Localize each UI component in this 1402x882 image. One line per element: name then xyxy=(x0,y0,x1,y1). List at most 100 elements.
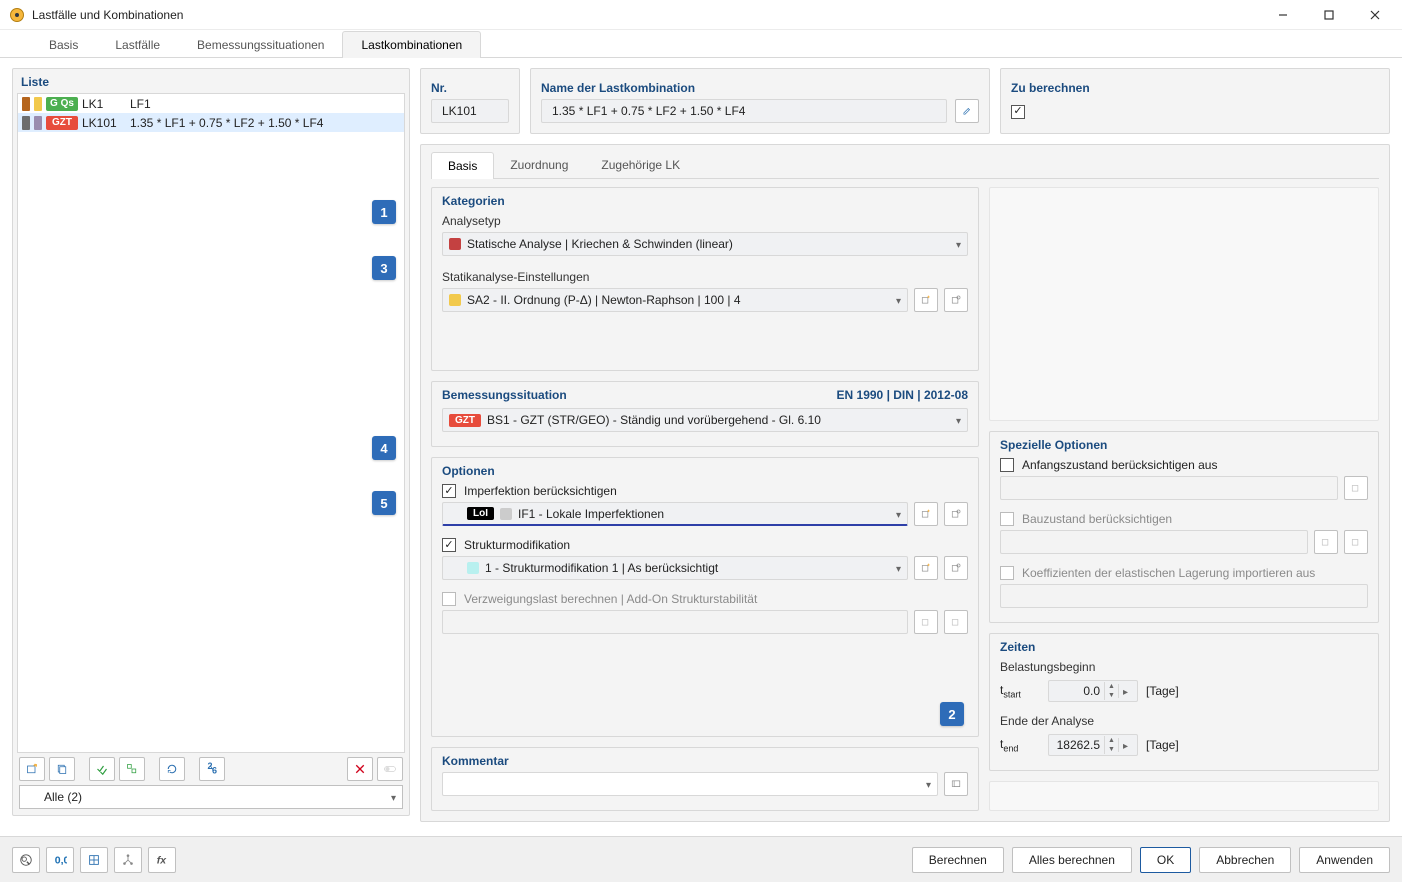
badge-gzt: GZT xyxy=(449,414,481,427)
chevron-down-icon xyxy=(896,561,901,575)
check-all-button[interactable] xyxy=(89,757,115,781)
struktur-label: Strukturmodifikation xyxy=(464,538,570,552)
badge-gzt: GZT xyxy=(46,116,78,130)
subtab-basis[interactable]: Basis xyxy=(431,152,494,179)
bemessung-group: Bemessungssituation EN 1990 | DIN | 2012… xyxy=(431,381,979,447)
play-icon[interactable] xyxy=(1118,738,1132,752)
chevron-down-icon xyxy=(956,413,961,427)
bau-new-button xyxy=(1314,530,1338,554)
imperf-new-button[interactable] xyxy=(914,502,938,526)
calc-checkbox[interactable] xyxy=(1011,105,1025,119)
bemessung-heading: Bemessungssituation xyxy=(442,388,567,402)
abbrechen-button[interactable]: Abbrechen xyxy=(1199,847,1291,873)
color-swatch xyxy=(34,116,42,130)
maximize-button[interactable] xyxy=(1306,0,1352,30)
tab-bemessungssituationen[interactable]: Bemessungssituationen xyxy=(178,31,343,58)
bau-checkbox xyxy=(1000,512,1014,526)
edit-name-button[interactable] xyxy=(955,99,979,123)
struktur-value: 1 - Strukturmodifikation 1 | As berücksi… xyxy=(485,561,718,575)
renumber-button[interactable]: 26 xyxy=(199,757,225,781)
calc-box: Zu berechnen xyxy=(1000,68,1390,134)
tab-lastkombinationen[interactable]: Lastkombinationen xyxy=(342,31,481,58)
list-panel: Liste G Qs LK1 LF1 GZT LK101 1.35 * LF1 … xyxy=(12,68,410,816)
struktur-select[interactable]: 1 - Strukturmodifikation 1 | As berücksi… xyxy=(442,556,908,580)
refresh-button[interactable] xyxy=(159,757,185,781)
filter-select[interactable]: Alle (2) xyxy=(19,785,403,809)
kommentar-input[interactable] xyxy=(442,772,938,796)
verzweig-checkbox xyxy=(442,592,456,606)
list-heading: Liste xyxy=(13,69,409,93)
analysetyp-select[interactable]: Statische Analyse | Kriechen & Schwinden… xyxy=(442,232,968,256)
kategorien-heading: Kategorien xyxy=(442,194,968,208)
tab-basis[interactable]: Basis xyxy=(30,31,97,58)
kommentar-button[interactable] xyxy=(944,772,968,796)
sub-tab-bar: Basis Zuordnung Zugehörige LK xyxy=(431,151,1379,179)
anfang-label: Anfangszustand berücksichtigen aus xyxy=(1022,458,1217,472)
anwenden-button[interactable]: Anwenden xyxy=(1299,847,1390,873)
statik-new-button[interactable] xyxy=(914,288,938,312)
structure-button[interactable] xyxy=(80,847,108,873)
anfang-edit-button xyxy=(1344,476,1368,500)
struktur-checkbox[interactable] xyxy=(442,538,456,552)
delete-button[interactable] xyxy=(347,757,373,781)
play-icon[interactable] xyxy=(1118,684,1132,698)
koeff-select xyxy=(1000,584,1368,608)
anfang-checkbox[interactable] xyxy=(1000,458,1014,472)
name-input[interactable] xyxy=(541,99,947,123)
tend-symbol: tend xyxy=(1000,737,1040,753)
statik-select[interactable]: SA2 - II. Ordnung (P-Δ) | Newton-Raphson… xyxy=(442,288,908,312)
kommentar-group: Kommentar xyxy=(431,747,979,811)
list-item-id: LK101 xyxy=(82,116,126,130)
imperfektion-select[interactable]: LoI IF1 - Lokale Imperfektionen xyxy=(442,502,908,526)
spezielle-heading: Spezielle Optionen xyxy=(1000,438,1368,452)
window-title: Lastfälle und Kombinationen xyxy=(32,8,183,22)
subtab-zuordnung[interactable]: Zuordnung xyxy=(493,151,585,178)
verzweig-new-button xyxy=(914,610,938,634)
units-button[interactable]: 0,00 xyxy=(46,847,74,873)
uncheck-all-button[interactable] xyxy=(119,757,145,781)
alles-berechnen-button[interactable]: Alles berechnen xyxy=(1012,847,1132,873)
copy-item-button[interactable] xyxy=(49,757,75,781)
chip-icon xyxy=(500,508,512,520)
imperfektion-checkbox[interactable] xyxy=(442,484,456,498)
tstart-input[interactable]: ▲▼ xyxy=(1048,680,1138,702)
dialog-footer: 0,00 fx Berechnen Alles berechnen OK Abb… xyxy=(0,836,1402,882)
struktur-new-button[interactable] xyxy=(914,556,938,580)
chevron-down-icon xyxy=(926,777,931,791)
close-button[interactable] xyxy=(1352,0,1398,30)
minimize-button[interactable] xyxy=(1260,0,1306,30)
color-swatch xyxy=(22,97,30,111)
badge-gqs: G Qs xyxy=(46,97,78,111)
ok-button[interactable]: OK xyxy=(1140,847,1191,873)
subtab-zugehoerige[interactable]: Zugehörige LK xyxy=(584,151,697,178)
function-button[interactable]: fx xyxy=(148,847,176,873)
tend-input[interactable]: ▲▼ xyxy=(1048,734,1138,756)
struktur-edit-button[interactable] xyxy=(944,556,968,580)
toggle-button[interactable] xyxy=(377,757,403,781)
bemessung-select[interactable]: GZT BS1 - GZT (STR/GEO) - Ständig und vo… xyxy=(442,408,968,432)
chip-icon xyxy=(449,238,461,250)
main-tab-bar: Basis Lastfälle Bemessungssituationen La… xyxy=(0,30,1402,58)
name-label: Name der Lastkombination xyxy=(541,75,979,99)
list-row-lk101[interactable]: GZT LK101 1.35 * LF1 + 0.75 * LF2 + 1.50… xyxy=(18,113,404,132)
list-body[interactable]: G Qs LK1 LF1 GZT LK101 1.35 * LF1 + 0.75… xyxy=(17,93,405,753)
svg-text:0,00: 0,00 xyxy=(55,854,67,866)
statik-edit-button[interactable] xyxy=(944,288,968,312)
imperf-edit-button[interactable] xyxy=(944,502,968,526)
tend-unit: [Tage] xyxy=(1146,738,1179,752)
chevron-down-icon xyxy=(391,790,396,804)
berechnen-button[interactable]: Berechnen xyxy=(912,847,1004,873)
new-item-button[interactable] xyxy=(19,757,45,781)
help-button[interactable] xyxy=(12,847,40,873)
filter-value: Alle (2) xyxy=(44,790,82,804)
zeiten-heading: Zeiten xyxy=(1000,640,1368,654)
list-item-name: LF1 xyxy=(130,97,400,111)
list-item-id: LK1 xyxy=(82,97,126,111)
list-row-lk1[interactable]: G Qs LK1 LF1 xyxy=(18,94,404,113)
nr-input[interactable] xyxy=(431,99,509,123)
color-swatch xyxy=(22,116,30,130)
optionen-heading: Optionen xyxy=(442,464,968,478)
chevron-down-icon xyxy=(956,237,961,251)
tab-lastfaelle[interactable]: Lastfälle xyxy=(96,31,179,58)
tree-button[interactable] xyxy=(114,847,142,873)
